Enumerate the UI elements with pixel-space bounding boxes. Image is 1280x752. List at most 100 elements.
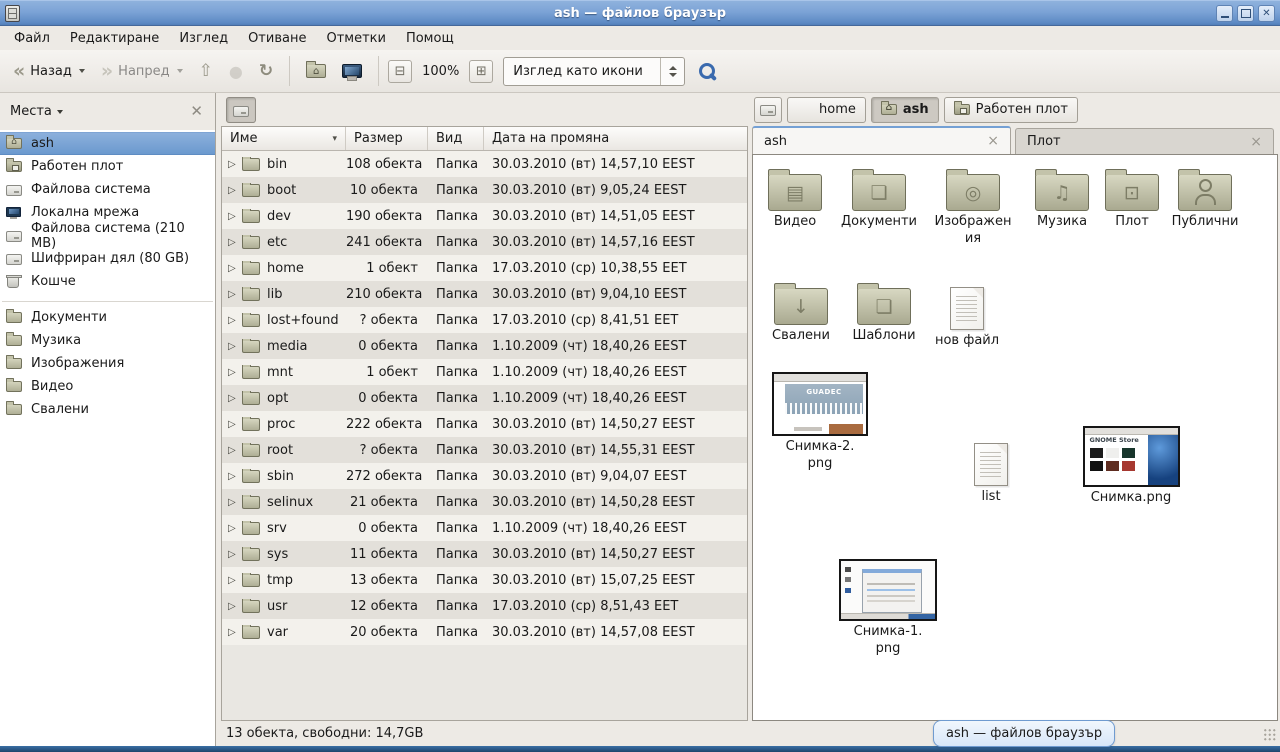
- expander-icon[interactable]: ▷: [228, 601, 241, 612]
- expander-icon[interactable]: ▷: [228, 497, 241, 508]
- expander-icon[interactable]: ▷: [228, 445, 241, 456]
- sidebar-item[interactable]: Музика: [0, 329, 215, 352]
- sidebar-item[interactable]: Изображения: [0, 352, 215, 375]
- expander-icon[interactable]: ▷: [228, 471, 241, 482]
- table-row[interactable]: ▷ lost+found ? обекта Папка 17.03.2010 (…: [222, 307, 747, 333]
- sidebar-item[interactable]: ash: [0, 132, 215, 155]
- maximize-button[interactable]: [1237, 5, 1254, 22]
- expander-icon[interactable]: ▷: [228, 263, 241, 274]
- column-header-name[interactable]: Име▾: [222, 127, 346, 150]
- expander-icon[interactable]: ▷: [228, 341, 241, 352]
- sidebar-item[interactable]: Файлова система (210 MB): [0, 224, 215, 247]
- expander-icon[interactable]: ▷: [228, 315, 241, 326]
- menu-item[interactable]: Файл: [4, 28, 60, 49]
- expander-icon[interactable]: ▷: [228, 419, 241, 430]
- back-history-chevron-icon[interactable]: [79, 69, 85, 73]
- expander-icon[interactable]: ▷: [228, 367, 241, 378]
- column-header-type[interactable]: Вид: [428, 127, 484, 150]
- table-row[interactable]: ▷ bin 108 обекта Папка 30.03.2010 (вт) 1…: [222, 151, 747, 177]
- table-row[interactable]: ▷ etc 241 обекта Папка 30.03.2010 (вт) 1…: [222, 229, 747, 255]
- expander-icon[interactable]: ▷: [228, 575, 241, 586]
- path-button[interactable]: Работен плот: [944, 97, 1078, 123]
- expander-icon[interactable]: ▷: [228, 237, 241, 248]
- zoom-out-button[interactable]: ⊟: [388, 60, 412, 83]
- icon-view-item[interactable]: ⊡ Плот: [1101, 167, 1163, 231]
- sidebar-item[interactable]: Работен плот: [0, 155, 215, 178]
- close-button[interactable]: ✕: [1258, 5, 1275, 22]
- places-title-dropdown[interactable]: Места: [10, 104, 63, 119]
- reload-button[interactable]: ↻: [252, 57, 280, 85]
- tab[interactable]: ash ×: [752, 126, 1011, 154]
- expander-icon[interactable]: ▷: [228, 523, 241, 534]
- icon-view-item[interactable]: GUADEC Снимка-2. png: [769, 372, 871, 473]
- home-button[interactable]: ⌂: [299, 60, 333, 82]
- expander-icon[interactable]: ▷: [228, 549, 241, 560]
- sidebar-item[interactable]: Шифриран дял (80 GB): [0, 247, 215, 270]
- table-row[interactable]: ▷ boot 10 обекта Папка 30.03.2010 (вт) 9…: [222, 177, 747, 203]
- menu-item[interactable]: Редактиране: [60, 28, 169, 49]
- up-button[interactable]: ⇧: [192, 57, 220, 85]
- computer-button[interactable]: [335, 60, 369, 82]
- forward-button[interactable]: » Напред: [94, 58, 190, 85]
- icon-canvas[interactable]: ▤ Видео ❏ Документи ◎ Изображен ия ♫ Муз…: [752, 154, 1278, 721]
- expander-icon[interactable]: ▷: [228, 393, 241, 404]
- zoom-in-button[interactable]: ⊞: [469, 60, 493, 83]
- stop-button[interactable]: ●: [222, 58, 250, 85]
- tab-close-icon[interactable]: ×: [1247, 135, 1265, 149]
- table-row[interactable]: ▷ home 1 обект Папка 17.03.2010 (ср) 10,…: [222, 255, 747, 281]
- icon-view-item[interactable]: list: [957, 437, 1025, 506]
- icon-view-item[interactable]: ▤ Видео: [755, 167, 835, 231]
- search-icon[interactable]: [699, 63, 716, 80]
- table-row[interactable]: ▷ mnt 1 обект Папка 1.10.2009 (чт) 18,40…: [222, 359, 747, 385]
- table-row[interactable]: ▷ sbin 272 обекта Папка 30.03.2010 (вт) …: [222, 463, 747, 489]
- sidebar-item[interactable]: [2, 293, 213, 302]
- view-mode-select[interactable]: Изглед като икони: [503, 57, 685, 86]
- table-row[interactable]: ▷ root ? обекта Папка 30.03.2010 (вт) 14…: [222, 437, 747, 463]
- sidebar-item[interactable]: Файлова система: [0, 178, 215, 201]
- tab-close-icon[interactable]: ×: [984, 134, 1002, 148]
- resize-grip[interactable]: [1263, 728, 1276, 741]
- window-titlebar[interactable]: ash — файлов браузър ✕: [0, 0, 1280, 26]
- column-header-size[interactable]: Размер: [346, 127, 428, 150]
- icon-view-item[interactable]: Публични: [1161, 167, 1249, 231]
- table-row[interactable]: ▷ selinux 21 обекта Папка 30.03.2010 (вт…: [222, 489, 747, 515]
- icon-view-item[interactable]: ❏ Документи: [835, 167, 923, 231]
- sidebar-item[interactable]: Видео: [0, 375, 215, 398]
- expander-icon[interactable]: ▷: [228, 627, 241, 638]
- table-row[interactable]: ▷ media 0 обекта Папка 1.10.2009 (чт) 18…: [222, 333, 747, 359]
- table-row[interactable]: ▷ tmp 13 обекта Папка 30.03.2010 (вт) 15…: [222, 567, 747, 593]
- menu-item[interactable]: Помощ: [396, 28, 464, 49]
- table-row[interactable]: ▷ opt 0 обекта Папка 1.10.2009 (чт) 18,4…: [222, 385, 747, 411]
- path-button[interactable]: home: [787, 97, 866, 123]
- sidebar-item[interactable]: Кошче: [0, 270, 215, 293]
- icon-view-item[interactable]: ◎ Изображен ия: [925, 167, 1021, 248]
- table-row[interactable]: ▷ sys 11 обекта Папка 30.03.2010 (вт) 14…: [222, 541, 747, 567]
- icon-view-item[interactable]: GNOME Store Снимка.png: [1075, 426, 1187, 507]
- table-row[interactable]: ▷ proc 222 обекта Папка 30.03.2010 (вт) …: [222, 411, 747, 437]
- menu-item[interactable]: Изглед: [169, 28, 238, 49]
- back-button[interactable]: « Назад: [6, 58, 92, 85]
- table-row[interactable]: ▷ lib 210 обекта Папка 30.03.2010 (вт) 9…: [222, 281, 747, 307]
- table-row[interactable]: ▷ var 20 обекта Папка 30.03.2010 (вт) 14…: [222, 619, 747, 645]
- menu-item[interactable]: Отметки: [316, 28, 395, 49]
- icon-view-item[interactable]: ↓ Свалени: [761, 281, 841, 345]
- expander-icon[interactable]: ▷: [228, 211, 241, 222]
- icon-view-item[interactable]: ❏ Шаблони: [843, 281, 925, 345]
- filesystem-root-button[interactable]: [226, 97, 256, 123]
- places-close-icon[interactable]: ✕: [186, 103, 207, 120]
- expander-icon[interactable]: ▷: [228, 185, 241, 196]
- tab[interactable]: Плот ×: [1015, 128, 1274, 154]
- path-button[interactable]: ash: [871, 97, 939, 123]
- expander-icon[interactable]: ▷: [228, 159, 241, 170]
- menu-item[interactable]: Отиване: [238, 28, 316, 49]
- minimize-button[interactable]: [1216, 5, 1233, 22]
- sidebar-item[interactable]: Документи: [0, 306, 215, 329]
- table-row[interactable]: ▷ usr 12 обекта Папка 17.03.2010 (ср) 8,…: [222, 593, 747, 619]
- table-row[interactable]: ▷ srv 0 обекта Папка 1.10.2009 (чт) 18,4…: [222, 515, 747, 541]
- column-header-date[interactable]: Дата на промяна: [484, 127, 747, 150]
- expander-icon[interactable]: ▷: [228, 289, 241, 300]
- path-button[interactable]: [754, 97, 782, 123]
- icon-view-item[interactable]: Снимка-1. png: [835, 559, 941, 658]
- view-mode-spinner-icon[interactable]: [660, 58, 684, 85]
- sidebar-item[interactable]: Свалени: [0, 398, 215, 421]
